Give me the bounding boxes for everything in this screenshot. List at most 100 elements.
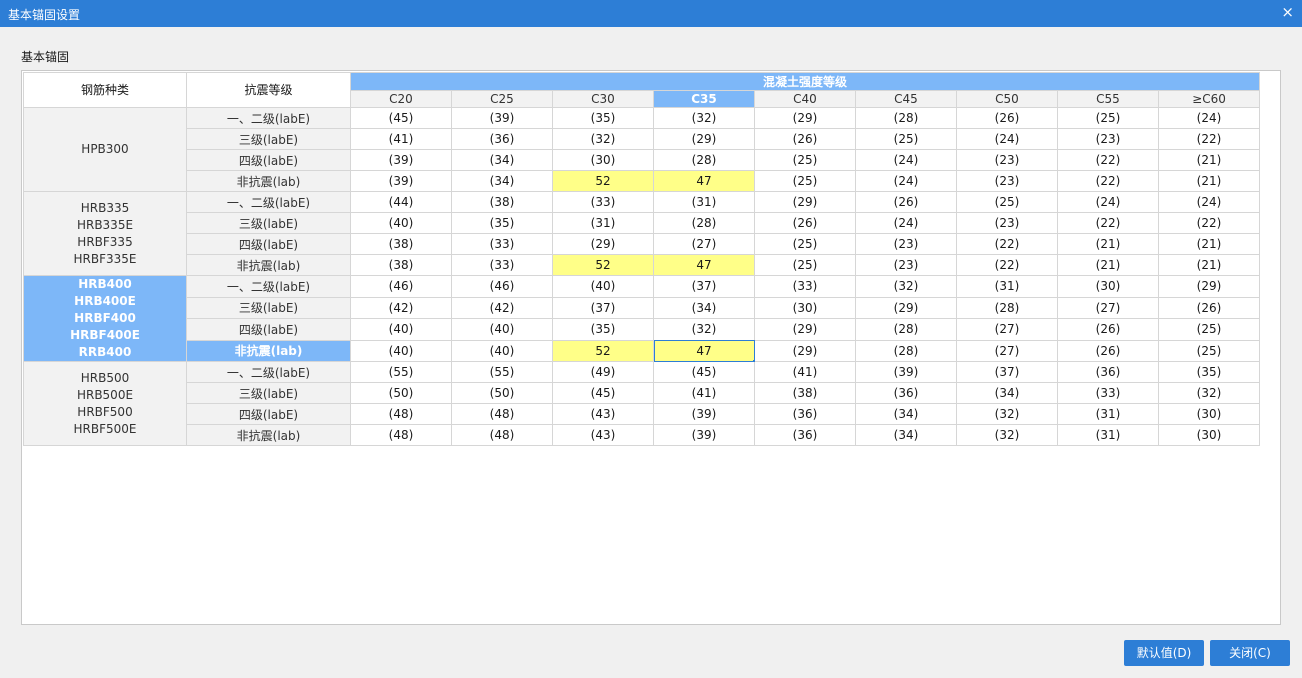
anchorage-value-cell[interactable]: (39) [350,149,452,171]
anchorage-value-cell[interactable]: (22) [956,254,1058,276]
anchorage-value-cell[interactable]: (27) [1057,296,1159,319]
anchorage-value-cell[interactable]: (23) [956,212,1058,234]
anchorage-value-cell[interactable]: (48) [350,424,452,446]
anchorage-value-cell[interactable]: (55) [451,361,553,383]
anchorage-value-cell[interactable]: (41) [754,361,856,383]
anchorage-value-cell[interactable]: (34) [451,170,553,192]
anchorage-value-cell[interactable]: (50) [350,382,452,404]
anchorage-value-cell[interactable]: (33) [1057,382,1159,404]
close-button[interactable]: 关闭(C) [1210,640,1290,666]
anchorage-value-cell[interactable]: (32) [1158,382,1260,404]
anchorage-value-cell[interactable]: (41) [350,128,452,150]
anchorage-value-cell[interactable]: (42) [350,296,452,319]
seismic-grade-cell[interactable]: 三级(labE) [186,382,351,404]
seismic-grade-cell[interactable]: 非抗震(lab) [186,339,351,362]
column-header-grade[interactable]: C30 [552,90,654,108]
anchorage-value-cell[interactable]: 47 [653,170,755,192]
anchorage-value-cell[interactable]: (29) [552,233,654,255]
anchorage-value-cell[interactable]: (34) [653,296,755,319]
anchorage-value-cell[interactable]: (36) [451,128,553,150]
anchorage-value-cell[interactable]: (21) [1057,233,1159,255]
anchorage-value-cell[interactable]: (29) [1158,275,1260,298]
anchorage-value-cell[interactable]: (22) [956,233,1058,255]
anchorage-value-cell[interactable]: (29) [855,296,957,319]
anchorage-value-cell[interactable]: (31) [1057,424,1159,446]
seismic-grade-cell[interactable]: 一、二级(labE) [186,275,351,298]
anchorage-value-cell[interactable]: (28) [653,149,755,171]
anchorage-value-cell[interactable]: (55) [350,361,452,383]
anchorage-value-cell[interactable]: (22) [1057,170,1159,192]
steel-type-cell[interactable]: HRB400 HRB400E HRBF400 HRBF400E RRB400 [23,275,187,362]
anchorage-value-cell[interactable]: (32) [653,318,755,341]
anchorage-value-cell[interactable]: 52 [552,170,654,192]
anchorage-value-cell[interactable]: (26) [1057,318,1159,341]
default-values-button[interactable]: 默认值(D) [1124,640,1204,666]
anchorage-value-cell[interactable]: (45) [653,361,755,383]
anchorage-value-cell[interactable]: (35) [552,107,654,129]
seismic-grade-cell[interactable]: 三级(labE) [186,128,351,150]
anchorage-value-cell[interactable]: (26) [754,212,856,234]
steel-type-cell[interactable]: HPB300 [23,107,187,192]
anchorage-value-cell[interactable]: (30) [1158,403,1260,425]
anchorage-value-cell[interactable]: (40) [350,339,452,362]
anchorage-value-cell[interactable]: (38) [451,191,553,213]
anchorage-value-cell[interactable]: (31) [552,212,654,234]
anchorage-value-cell[interactable]: (23) [855,233,957,255]
seismic-grade-cell[interactable]: 三级(labE) [186,212,351,234]
anchorage-value-cell[interactable]: (24) [855,212,957,234]
anchorage-value-cell[interactable]: (43) [552,424,654,446]
anchorage-value-cell[interactable]: (40) [451,318,553,341]
anchorage-value-cell[interactable]: (33) [552,191,654,213]
anchorage-value-cell[interactable]: (34) [855,403,957,425]
anchorage-value-cell[interactable]: (49) [552,361,654,383]
column-header-grade[interactable]: C45 [855,90,957,108]
anchorage-value-cell[interactable]: (21) [1158,254,1260,276]
anchorage-value-cell[interactable]: (29) [653,128,755,150]
anchorage-value-cell[interactable]: (25) [754,233,856,255]
anchorage-value-cell[interactable]: (32) [956,403,1058,425]
anchorage-value-cell[interactable]: (31) [956,275,1058,298]
anchorage-value-cell[interactable]: (26) [956,107,1058,129]
anchorage-value-cell[interactable]: (29) [754,191,856,213]
anchorage-value-cell[interactable]: (29) [754,339,856,362]
anchorage-value-cell[interactable]: (46) [350,275,452,298]
anchorage-value-cell[interactable]: (45) [552,382,654,404]
anchorage-value-cell[interactable]: (46) [451,275,553,298]
anchorage-value-cell[interactable]: (32) [956,424,1058,446]
anchorage-value-cell[interactable]: (36) [855,382,957,404]
anchorage-value-cell[interactable]: (25) [956,191,1058,213]
anchorage-value-cell[interactable]: (25) [754,149,856,171]
anchorage-value-cell[interactable]: (28) [653,212,755,234]
column-header-grade[interactable]: C20 [350,90,452,108]
anchorage-value-cell[interactable]: (28) [956,296,1058,319]
anchorage-value-cell[interactable]: (37) [552,296,654,319]
anchorage-value-cell[interactable]: (48) [451,424,553,446]
anchorage-value-cell[interactable]: (34) [855,424,957,446]
anchorage-value-cell[interactable]: (21) [1057,254,1159,276]
anchorage-value-cell[interactable]: (39) [350,170,452,192]
anchorage-value-cell[interactable]: (32) [653,107,755,129]
anchorage-value-cell[interactable]: (22) [1158,212,1260,234]
anchorage-value-cell[interactable]: 52 [552,339,654,362]
anchorage-value-cell[interactable]: (35) [451,212,553,234]
anchorage-value-cell[interactable]: (38) [350,254,452,276]
anchorage-value-cell[interactable]: (35) [1158,361,1260,383]
anchorage-value-cell[interactable]: (50) [451,382,553,404]
anchorage-value-cell[interactable]: (48) [451,403,553,425]
anchorage-value-cell[interactable]: (48) [350,403,452,425]
steel-type-cell[interactable]: HRB335 HRB335E HRBF335 HRBF335E [23,191,187,276]
anchorage-value-cell[interactable]: (40) [350,318,452,341]
anchorage-value-cell[interactable]: (24) [1158,107,1260,129]
anchorage-value-cell[interactable]: (32) [855,275,957,298]
column-header-grade[interactable]: C35 [653,90,755,108]
seismic-grade-cell[interactable]: 四级(labE) [186,233,351,255]
anchorage-value-cell[interactable]: (33) [451,254,553,276]
seismic-grade-cell[interactable]: 一、二级(labE) [186,191,351,213]
anchorage-value-cell[interactable]: (27) [956,339,1058,362]
anchorage-value-cell[interactable]: (24) [855,170,957,192]
anchorage-value-cell[interactable]: (45) [350,107,452,129]
anchorage-value-cell[interactable]: (24) [1158,191,1260,213]
anchorage-value-cell[interactable]: (36) [754,403,856,425]
anchorage-value-cell[interactable]: (28) [855,107,957,129]
anchorage-value-cell[interactable]: (39) [653,403,755,425]
